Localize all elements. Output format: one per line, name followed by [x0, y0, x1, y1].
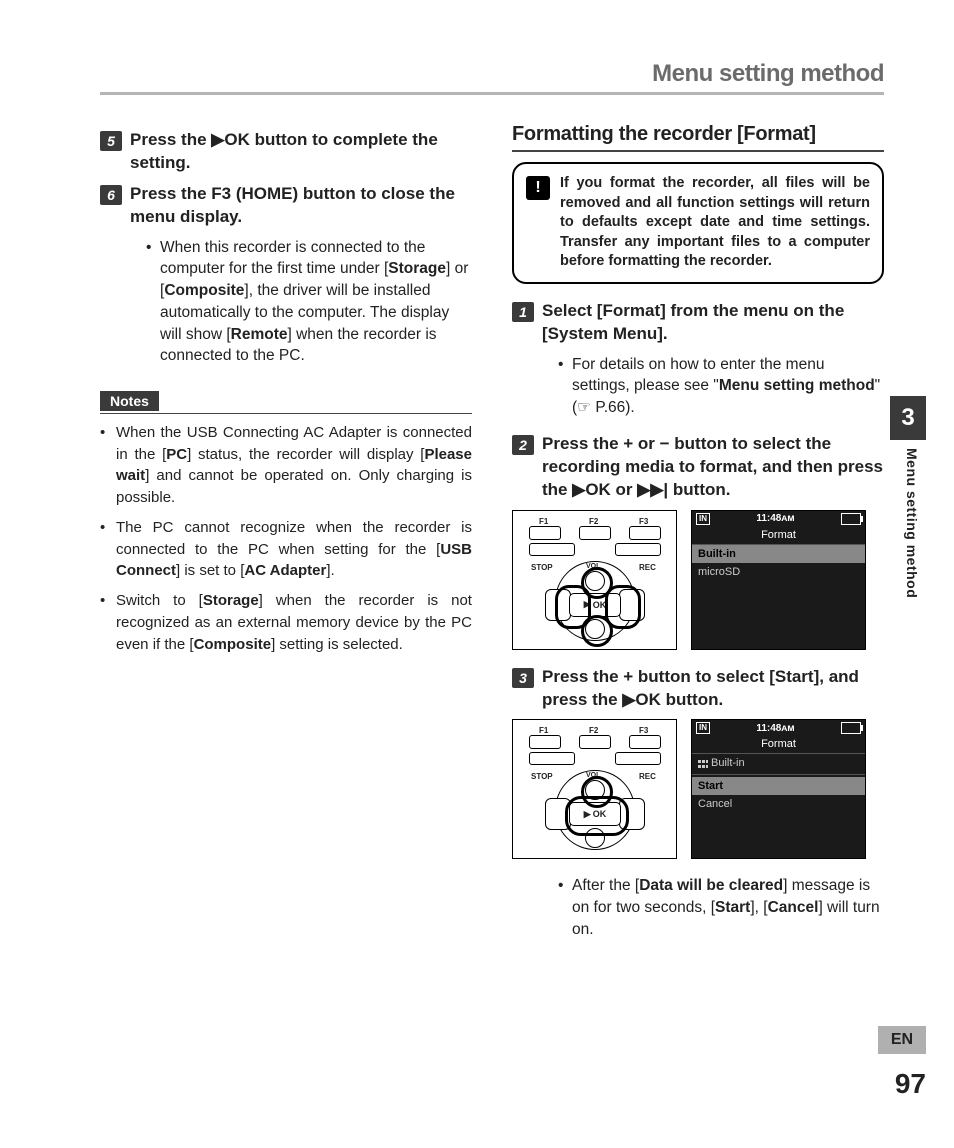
- chapter-tab: 3: [890, 396, 926, 440]
- device-diagram-2: F1 F2 F3 STOP REC VOL ▶OK: [512, 719, 677, 859]
- step-number-5: 5: [100, 131, 122, 151]
- step-2-text: Press the + or − button to select the re…: [542, 433, 884, 502]
- list-item: Built-in: [692, 545, 865, 563]
- step-5-text: Press the ▶OK button to complete the set…: [130, 129, 472, 175]
- grid-icon: [698, 760, 708, 768]
- step-number-3: 3: [512, 668, 534, 688]
- warning-box: ! If you format the recorder, all files …: [512, 162, 884, 284]
- play-icon: ▶: [211, 130, 224, 149]
- highlight-fwd-icon: [605, 585, 641, 629]
- step-3-text: Press the + button to select [Start], an…: [542, 666, 884, 712]
- device-diagram-1: F1 F2 F3 STOP REC VOL: [512, 510, 677, 650]
- warning-text: If you format the recorder, all files wi…: [560, 174, 870, 272]
- list-item: microSD: [692, 563, 865, 581]
- play-icon: ▶: [572, 480, 585, 499]
- play-icon: ▶: [622, 690, 635, 709]
- left-column: 5 Press the ▶OK button to complete the s…: [100, 123, 472, 955]
- battery-icon: [841, 722, 861, 734]
- header-rule: [100, 92, 884, 95]
- page-number: 97: [895, 1068, 926, 1100]
- list-item: Cancel: [692, 795, 865, 813]
- step-number-6: 6: [100, 185, 122, 205]
- battery-icon: [841, 513, 861, 525]
- page-header-title: Menu setting method: [100, 60, 884, 92]
- notes-rule: [100, 413, 472, 414]
- highlight-ok-icon: [565, 796, 629, 836]
- list-item: Start: [692, 777, 865, 795]
- language-badge: EN: [878, 1026, 926, 1054]
- highlight-ok-left-icon: [555, 585, 591, 629]
- step-number-1: 1: [512, 302, 534, 322]
- note-1: When the USB Connecting AC Adapter is co…: [100, 422, 472, 509]
- section-heading-format: Formatting the recorder [Format]: [512, 123, 884, 146]
- step-6-text: Press the F3 (HOME) button to close the …: [130, 183, 472, 229]
- notes-label: Notes: [100, 391, 159, 411]
- step-1-text: Select [Format] from the menu on the [Sy…: [542, 300, 884, 346]
- note-3: Switch to [Storage] when the recorder is…: [100, 590, 472, 655]
- step3-bullet: After the [Data will be cleared] message…: [558, 875, 884, 940]
- screen-diagram-2: IN 11:48ᴀᴍ Format Built-in Start Cancel: [691, 719, 866, 859]
- step1-bullet: For details on how to enter the menu set…: [558, 354, 884, 419]
- fast-forward-icon: ▶▶|: [637, 480, 668, 499]
- right-column: Formatting the recorder [Format] ! If yo…: [512, 123, 884, 955]
- warning-icon: !: [526, 176, 550, 200]
- section-underline: [512, 150, 884, 152]
- screen-diagram-1: IN 11:48ᴀᴍ Format Built-in microSD: [691, 510, 866, 650]
- list-item: Built-in: [692, 754, 865, 772]
- step6-bullet: When this recorder is connected to the c…: [146, 237, 472, 367]
- step-number-2: 2: [512, 435, 534, 455]
- chapter-side-label: Menu setting method: [904, 448, 920, 598]
- note-2: The PC cannot recognize when the recorde…: [100, 517, 472, 582]
